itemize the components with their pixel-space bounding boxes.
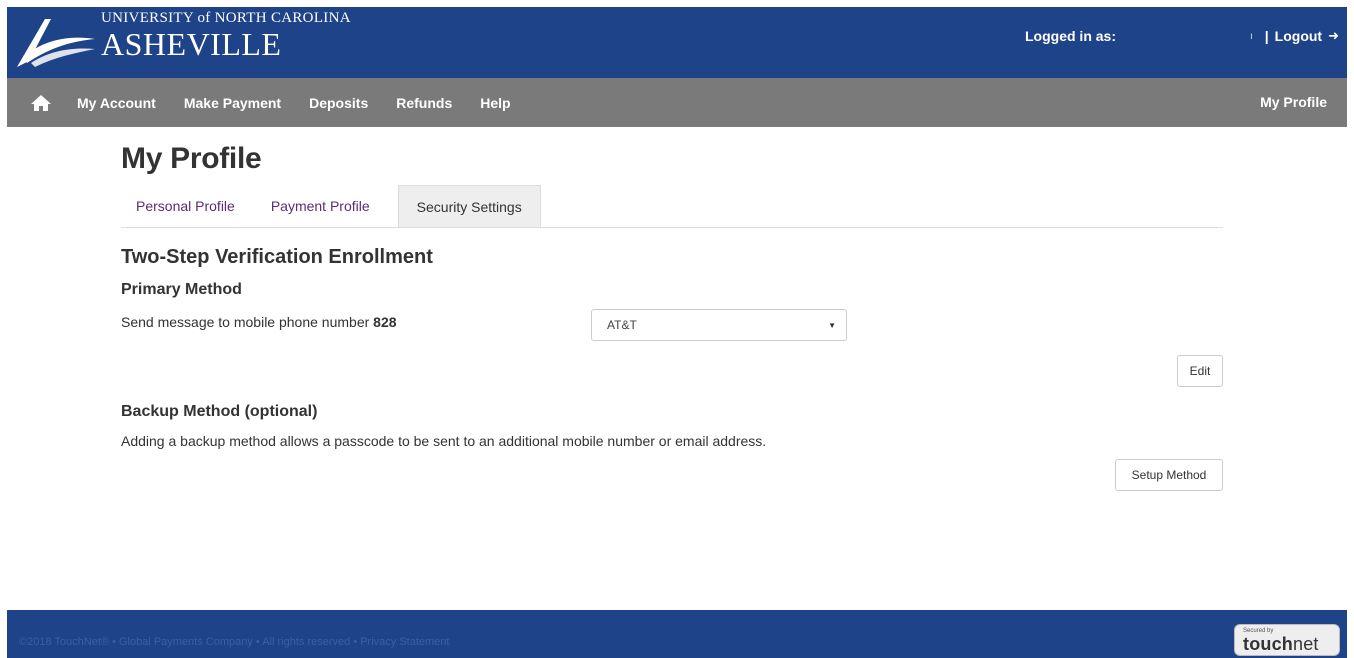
separator-tick: ı bbox=[1249, 30, 1253, 42]
top-header: UNIVERSITY of NORTH CAROLINA ASHEVILLE L… bbox=[7, 7, 1347, 78]
main-content: My Profile Personal Profile Payment Prof… bbox=[121, 128, 1223, 493]
logout-area: ı | Logout ➜ bbox=[1250, 28, 1339, 44]
backup-method-description: Adding a backup method allows a passcode… bbox=[121, 433, 767, 449]
logout-link[interactable]: Logout bbox=[1275, 28, 1322, 44]
logout-icon[interactable]: ➜ bbox=[1328, 28, 1339, 44]
backup-method-title: Backup Method (optional) bbox=[121, 403, 318, 420]
primary-method-row: Send message to mobile phone number 828 … bbox=[121, 309, 1223, 357]
primary-method-title: Primary Method bbox=[121, 281, 242, 298]
primary-method-description: Send message to mobile phone number 828 bbox=[121, 314, 397, 330]
setup-method-button[interactable]: Setup Method bbox=[1115, 459, 1223, 491]
app-frame: UNIVERSITY of NORTH CAROLINA ASHEVILLE L… bbox=[7, 7, 1347, 127]
phone-number: 828 bbox=[373, 314, 397, 330]
home-icon[interactable] bbox=[27, 92, 55, 114]
edit-row: Edit bbox=[121, 355, 1223, 389]
tab-personal-profile[interactable]: Personal Profile bbox=[121, 185, 253, 227]
page-title: My Profile bbox=[121, 142, 262, 175]
logged-in-label: Logged in as: bbox=[1025, 28, 1116, 44]
nav-make-payment[interactable]: Make Payment bbox=[184, 95, 281, 111]
page-footer: ©2018 TouchNet® • Global Payments Compan… bbox=[7, 610, 1347, 658]
section-title: Two-Step Verification Enrollment bbox=[121, 246, 433, 268]
nav-my-account[interactable]: My Account bbox=[77, 95, 156, 111]
nav-refunds[interactable]: Refunds bbox=[396, 95, 452, 111]
touchnet-logo: touchnet bbox=[1243, 634, 1319, 654]
footer-copyright: ©2018 TouchNet® • Global Payments Compan… bbox=[19, 636, 450, 648]
carrier-selected-value: AT&T bbox=[607, 318, 637, 332]
nav-my-profile[interactable]: My Profile bbox=[1260, 94, 1327, 110]
logo-city-text: ASHEVILLE bbox=[101, 26, 282, 62]
profile-tabs: Personal Profile Payment Profile Securit… bbox=[121, 185, 1223, 228]
tab-payment-profile[interactable]: Payment Profile bbox=[253, 185, 388, 227]
edit-button[interactable]: Edit bbox=[1177, 355, 1223, 387]
nav-help[interactable]: Help bbox=[480, 95, 510, 111]
nav-deposits[interactable]: Deposits bbox=[309, 95, 368, 111]
setup-row: Setup Method bbox=[121, 459, 1223, 493]
tab-security-settings[interactable]: Security Settings bbox=[397, 185, 541, 227]
logo-university-text: UNIVERSITY of NORTH CAROLINA bbox=[101, 10, 351, 26]
main-nav: My Account Make Payment Deposits Refunds… bbox=[7, 78, 1347, 127]
touchnet-badge[interactable]: Secured by touchnet bbox=[1234, 624, 1340, 656]
carrier-select[interactable]: AT&T ▼ bbox=[591, 309, 847, 341]
caret-down-icon: ▼ bbox=[828, 321, 836, 330]
separator-bar: | bbox=[1264, 28, 1269, 44]
mountain-logo-icon bbox=[17, 18, 95, 67]
university-logo[interactable]: UNIVERSITY of NORTH CAROLINA ASHEVILLE bbox=[15, 7, 351, 78]
